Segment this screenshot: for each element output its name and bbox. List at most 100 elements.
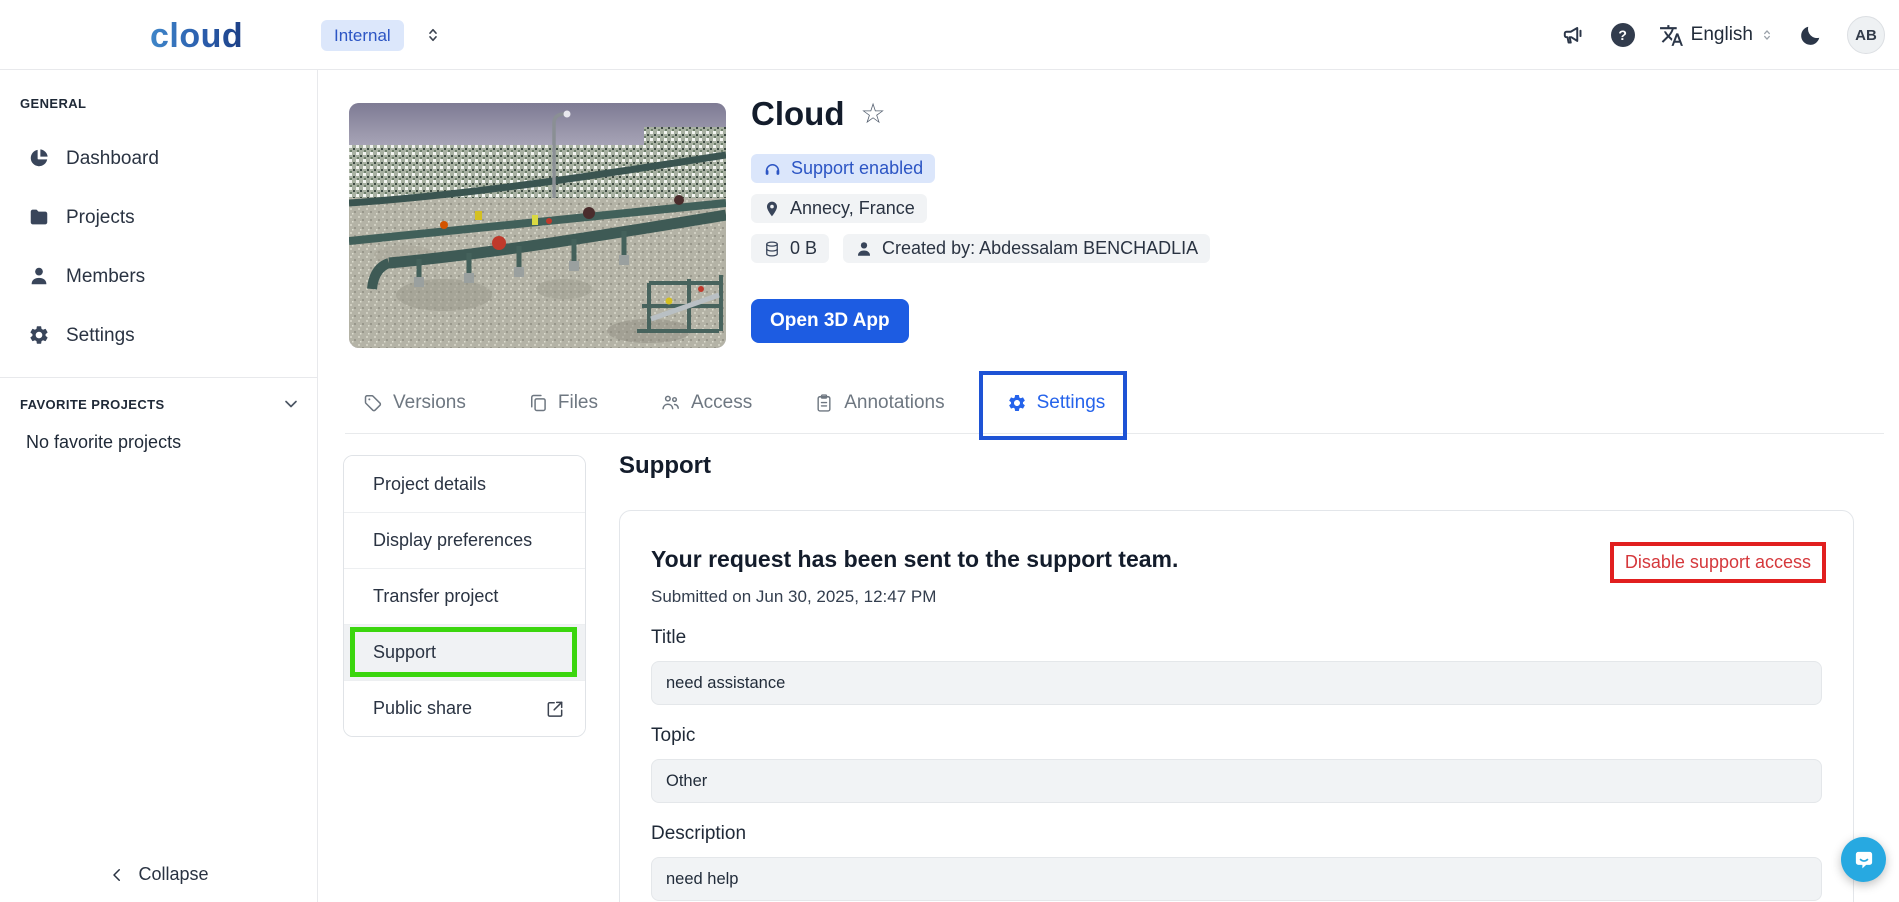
person-icon xyxy=(28,265,50,287)
app-logo[interactable]: cloud xyxy=(150,17,243,56)
app-screen: cloud Internal ? English AB GENERAL Dash… xyxy=(0,0,1899,902)
user-avatar[interactable]: AB xyxy=(1847,16,1885,54)
chat-widget-button[interactable] xyxy=(1841,837,1886,882)
support-message: Your request has been sent to the suppor… xyxy=(651,546,1178,573)
workspace-label: Internal xyxy=(334,26,391,46)
menu-item-label: Support xyxy=(373,642,436,663)
person-icon xyxy=(855,238,873,259)
support-enabled-badge: Support enabled xyxy=(751,154,935,183)
sidebar-item-label: Projects xyxy=(66,207,135,229)
favorites-empty-text: No favorite projects xyxy=(26,432,317,453)
submitted-timestamp: Submitted on Jun 30, 2025, 12:47 PM xyxy=(651,587,1822,607)
project-tabs: Versions Files Access Annotations Settin… xyxy=(345,373,1884,434)
menu-item-public-share[interactable]: Public share xyxy=(344,680,585,736)
sidebar-item-dashboard[interactable]: Dashboard xyxy=(0,129,317,188)
support-heading: Support xyxy=(619,452,711,480)
settings-submenu: Project details Display preferences Tran… xyxy=(343,455,586,737)
sidebar-item-label: Dashboard xyxy=(66,148,159,170)
sidebar-divider xyxy=(0,377,317,378)
disable-support-wrapper: Disable support access xyxy=(1625,552,1811,573)
gear-icon xyxy=(1007,392,1027,414)
workspace-selector[interactable]: Internal xyxy=(321,20,404,51)
chevron-down-icon[interactable] xyxy=(281,394,301,414)
chevron-left-icon xyxy=(108,864,126,885)
tab-label: Versions xyxy=(393,392,466,414)
location-pin-icon xyxy=(763,198,781,219)
tab-label: Settings xyxy=(1037,392,1106,414)
tab-label: Access xyxy=(691,392,752,414)
favorite-projects-label: FAVORITE PROJECTS xyxy=(20,397,165,412)
description-field-value: need help xyxy=(666,870,739,889)
language-selector[interactable]: English xyxy=(1659,23,1774,48)
sidebar-general-label: GENERAL xyxy=(20,96,317,111)
description-field-input[interactable]: need help xyxy=(651,857,1822,901)
files-icon xyxy=(528,392,548,414)
description-field-label: Description xyxy=(651,823,1822,845)
database-icon xyxy=(763,238,781,259)
avatar-initials: AB xyxy=(1855,27,1877,44)
tab-label: Annotations xyxy=(844,392,944,414)
menu-item-transfer-project[interactable]: Transfer project xyxy=(344,568,585,624)
tab-versions[interactable]: Versions xyxy=(363,392,466,414)
pointcloud-preview-image xyxy=(349,103,726,348)
clipboard-icon xyxy=(814,392,834,414)
announcements-icon[interactable] xyxy=(1561,22,1587,48)
title-field-value: need assistance xyxy=(666,674,785,693)
project-thumbnail xyxy=(349,103,726,348)
menu-item-display-preferences[interactable]: Display preferences xyxy=(344,512,585,568)
help-glyph: ? xyxy=(1618,27,1627,43)
support-panel: Your request has been sent to the suppor… xyxy=(619,510,1854,902)
navbar-actions: ? English AB xyxy=(1561,0,1885,70)
translate-icon xyxy=(1659,23,1684,48)
dark-mode-icon[interactable] xyxy=(1798,23,1823,48)
language-updown-icon xyxy=(1760,24,1774,46)
people-icon xyxy=(660,392,681,414)
menu-item-label: Project details xyxy=(373,474,486,495)
tab-settings[interactable]: Settings xyxy=(1007,392,1106,414)
tab-files[interactable]: Files xyxy=(528,392,598,414)
chat-bubble-icon xyxy=(1851,847,1877,873)
language-label: English xyxy=(1691,24,1753,46)
pie-chart-icon xyxy=(28,147,50,169)
favorite-star-icon[interactable]: ☆ xyxy=(860,100,885,128)
topic-field-value: Other xyxy=(666,772,707,791)
tab-access[interactable]: Access xyxy=(660,392,752,414)
sidebar-item-label: Settings xyxy=(66,325,135,347)
project-title: Cloud xyxy=(751,95,844,133)
sidebar-item-members[interactable]: Members xyxy=(0,247,317,306)
tag-icon xyxy=(363,392,383,414)
tab-label: Files xyxy=(558,392,598,414)
size-badge: 0 B xyxy=(751,234,829,263)
menu-item-support[interactable]: Support xyxy=(344,624,585,680)
favorite-projects-header[interactable]: FAVORITE PROJECTS xyxy=(0,394,317,414)
external-link-icon xyxy=(545,698,565,719)
disable-support-access-button[interactable]: Disable support access xyxy=(1625,552,1811,573)
sidebar-item-projects[interactable]: Projects xyxy=(0,188,317,247)
collapse-label: Collapse xyxy=(138,864,208,885)
support-badge-label: Support enabled xyxy=(791,158,923,179)
folder-icon xyxy=(28,206,50,228)
tab-annotations[interactable]: Annotations xyxy=(814,392,944,414)
headset-icon xyxy=(763,158,782,179)
menu-item-label: Transfer project xyxy=(373,586,498,607)
open-3d-app-button[interactable]: Open 3D App xyxy=(751,299,909,343)
top-navbar: cloud Internal ? English AB xyxy=(0,0,1899,70)
size-badge-label: 0 B xyxy=(790,238,817,259)
sidebar-item-settings[interactable]: Settings xyxy=(0,306,317,365)
menu-item-label: Public share xyxy=(373,698,472,719)
topic-field-label: Topic xyxy=(651,725,1822,747)
help-icon[interactable]: ? xyxy=(1611,23,1635,47)
sidebar: GENERAL Dashboard Projects Members Setti… xyxy=(0,70,318,902)
title-field-input[interactable]: need assistance xyxy=(651,661,1822,705)
location-badge: Annecy, France xyxy=(751,194,927,223)
created-by-label: Created by: Abdessalam BENCHADLIA xyxy=(882,238,1198,259)
sidebar-item-label: Members xyxy=(66,266,145,288)
location-badge-label: Annecy, France xyxy=(790,198,915,219)
topic-field-input[interactable]: Other xyxy=(651,759,1822,803)
title-field-label: Title xyxy=(651,627,1822,649)
sidebar-collapse-button[interactable]: Collapse xyxy=(0,856,317,892)
menu-item-project-details[interactable]: Project details xyxy=(344,456,585,512)
gear-icon xyxy=(28,324,50,346)
workspace-updown-icon[interactable] xyxy=(424,26,442,44)
created-by-badge: Created by: Abdessalam BENCHADLIA xyxy=(843,234,1210,263)
